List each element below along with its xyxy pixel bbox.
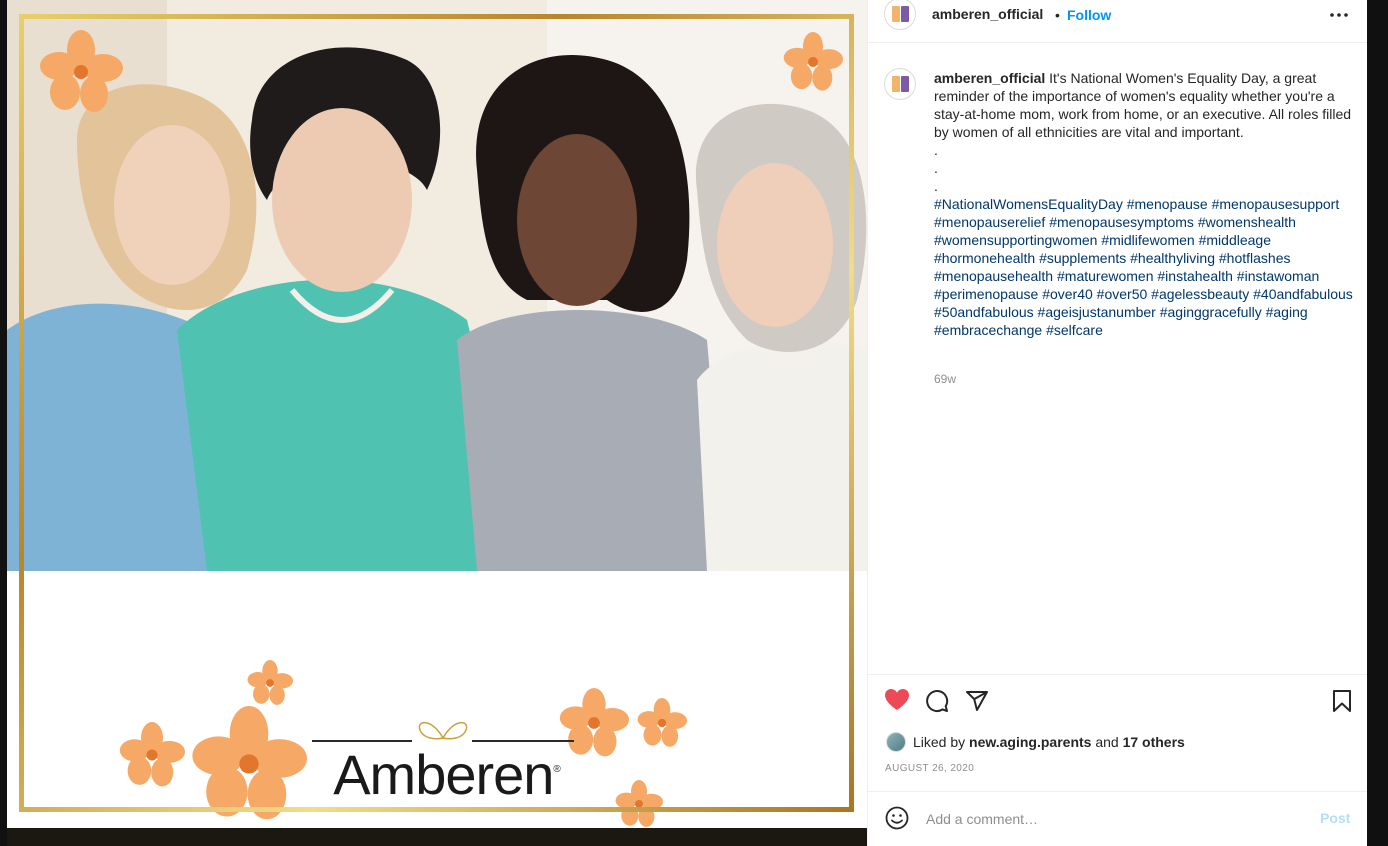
hashtag-link[interactable]: #hotflashes <box>1219 250 1291 266</box>
hashtag-link[interactable]: #maturewomen <box>1057 268 1154 284</box>
hashtag-link[interactable]: #menopausesymptoms <box>1049 214 1194 230</box>
hashtag-link[interactable]: #over50 <box>1097 286 1148 302</box>
caption-avatar[interactable] <box>884 68 916 100</box>
liked-by-others[interactable]: 17 others <box>1123 734 1185 750</box>
heart-icon[interactable] <box>884 688 910 712</box>
hashtag-link[interactable]: #healthyliving <box>1130 250 1215 266</box>
hashtag-link[interactable]: #selfcare <box>1046 322 1103 338</box>
backdrop-left <box>0 0 7 846</box>
post-caption: amberen_official It's National Women's E… <box>934 69 1358 339</box>
backdrop-right <box>1367 0 1388 846</box>
hashtag-link[interactable]: #supplements <box>1039 250 1126 266</box>
hashtag-link[interactable]: #aging <box>1266 304 1308 320</box>
hashtag-list: #NationalWomensEqualityDay #menopause #m… <box>934 195 1358 339</box>
hashtag-link[interactable]: #aginggracefully <box>1160 304 1262 320</box>
brand-logo: Amberen® <box>307 740 587 810</box>
more-options-icon[interactable] <box>1328 6 1350 24</box>
comment-input[interactable] <box>924 808 1308 830</box>
brand-registered-mark: ® <box>553 764 561 775</box>
hashtag-link[interactable]: #over40 <box>1042 286 1093 302</box>
caption-dot: . <box>934 160 938 176</box>
divider <box>868 674 1368 675</box>
caption-dot: . <box>934 178 938 194</box>
hashtag-link[interactable]: #instahealth <box>1157 268 1233 284</box>
divider <box>868 791 1368 792</box>
hashtag-link[interactable]: #middleage <box>1199 232 1271 248</box>
caption-username[interactable]: amberen_official <box>934 70 1045 86</box>
follow-button[interactable]: Follow <box>1067 7 1111 23</box>
liked-by-user[interactable]: new.aging.parents <box>969 734 1091 750</box>
hashtag-link[interactable]: #menopausehealth <box>934 268 1053 284</box>
gold-border-frame <box>19 14 854 812</box>
hashtag-link[interactable]: #womenshealth <box>1198 214 1296 230</box>
hashtag-link[interactable]: #agelessbeauty <box>1151 286 1249 302</box>
instagram-post-modal: Amberen® amberen_official • Follow amber… <box>0 0 1388 846</box>
hashtag-link[interactable]: #embracechange <box>934 322 1042 338</box>
header-username[interactable]: amberen_official <box>932 6 1043 22</box>
post-header: amberen_official • Follow <box>868 0 1368 43</box>
liked-by-text: Liked by new.aging.parents and 17 others <box>913 734 1185 750</box>
hashtag-link[interactable]: #perimenopause <box>934 286 1038 302</box>
liked-by-prefix: Liked by <box>913 734 966 750</box>
bookmark-icon[interactable] <box>1331 689 1353 713</box>
post-media[interactable]: Amberen® <box>7 0 867 828</box>
post-date[interactable]: AUGUST 26, 2020 <box>885 763 974 774</box>
hashtag-link[interactable]: #NationalWomensEqualityDay <box>934 196 1123 212</box>
post-comment-button[interactable]: Post <box>1320 810 1350 826</box>
brand-name: Amberen <box>333 743 554 806</box>
hashtag-link[interactable]: #50andfabulous <box>934 304 1034 320</box>
comment-icon[interactable] <box>925 689 949 713</box>
separator-dot: • <box>1055 7 1060 23</box>
hashtag-link[interactable]: #womensupportingwomen <box>934 232 1097 248</box>
caption-dot: . <box>934 142 938 158</box>
emoji-icon[interactable] <box>885 806 909 830</box>
hashtag-link[interactable]: #midlifewomen <box>1101 232 1194 248</box>
hashtag-link[interactable]: #menopausesupport <box>1212 196 1340 212</box>
next-media-peek <box>7 828 867 846</box>
hashtag-link[interactable]: #ageisjustanumber <box>1038 304 1156 320</box>
hashtag-link[interactable]: #instawoman <box>1237 268 1320 284</box>
liked-by-and: and <box>1095 734 1119 750</box>
hashtag-link[interactable]: #40andfabulous <box>1253 286 1353 302</box>
hashtag-link[interactable]: #menopause <box>1127 196 1208 212</box>
share-icon[interactable] <box>965 689 989 713</box>
hashtag-link[interactable]: #hormonehealth <box>934 250 1035 266</box>
hashtag-link[interactable]: #menopauserelief <box>934 214 1045 230</box>
liker-avatar[interactable] <box>886 732 906 752</box>
profile-avatar[interactable] <box>884 0 916 30</box>
post-side-panel: amberen_official • Follow amberen_offici… <box>867 0 1368 846</box>
post-age[interactable]: 69w <box>934 372 956 386</box>
